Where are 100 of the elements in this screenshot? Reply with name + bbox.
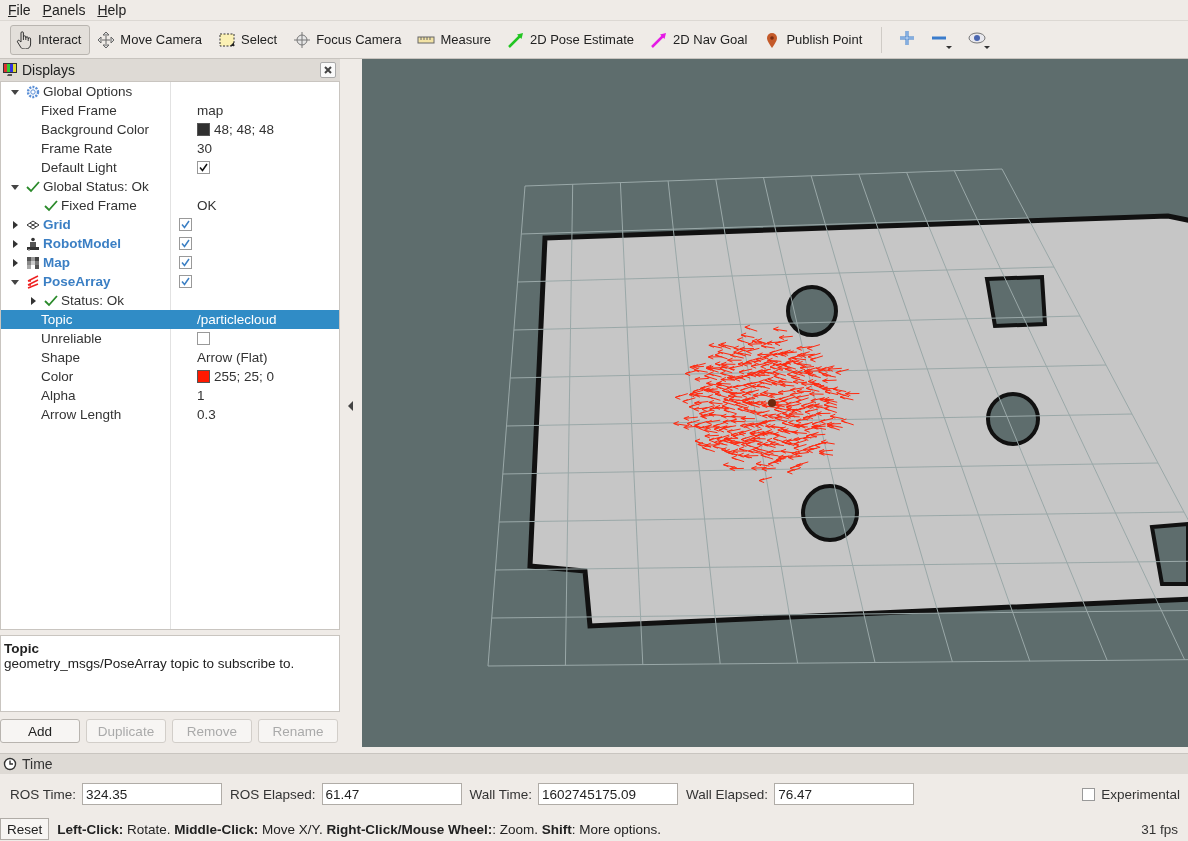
input-field[interactable]: 61.47 xyxy=(321,783,462,805)
tree-row[interactable]: Topic /particlecloud xyxy=(1,310,339,329)
checkbox[interactable] xyxy=(1082,787,1096,801)
expand-arrow-icon[interactable] xyxy=(29,296,37,305)
monitor-icon xyxy=(2,62,18,78)
tree-label: Global Options xyxy=(43,84,133,99)
tool-button[interactable]: Measure xyxy=(412,24,500,55)
tool-button[interactable]: Interact xyxy=(10,24,91,55)
menu-item[interactable]: File xyxy=(4,2,35,18)
property-value: Arrow (Flat) xyxy=(197,350,268,365)
tree-label: Shape xyxy=(41,350,81,365)
tree-row[interactable]: Shape Arrow (Flat) xyxy=(1,348,339,367)
tree-label: Default Light xyxy=(41,160,117,175)
tree-row[interactable]: Arrow Length 0.3 xyxy=(1,405,339,424)
checkbox[interactable] xyxy=(179,218,192,231)
tool-button[interactable]: Focus Camera xyxy=(288,24,411,55)
menu-item[interactable]: Help xyxy=(93,2,131,18)
tree-label: Unreliable xyxy=(41,331,102,346)
tree-row[interactable]: Fixed Frame OK xyxy=(1,196,339,215)
selection-box-icon xyxy=(218,30,236,49)
help-text: Left-Click: Rotate. Middle-Click: Move X/Y. Right-Click/Mouse Wheel:: Zoom. Shift: More options. xyxy=(57,821,662,837)
zoom-in-icon xyxy=(898,28,917,47)
crosshair-icon xyxy=(293,30,312,49)
tool-button[interactable]: Move Camera xyxy=(92,24,211,55)
diagonal-arrow-icon xyxy=(506,30,525,49)
collapse-arrow-icon[interactable] xyxy=(11,277,19,286)
occupancy-grid-icon xyxy=(26,255,40,270)
property-value: map xyxy=(197,103,224,118)
tree-row[interactable]: Status: Ok xyxy=(1,291,339,310)
reset-button[interactable]: Reset xyxy=(0,818,50,840)
property-value: OK xyxy=(197,198,217,213)
field-label: ROS Time: xyxy=(10,786,76,802)
checkmark-icon xyxy=(26,179,40,194)
tool-button[interactable]: 2D Pose Estimate xyxy=(501,24,643,55)
tree-label: Status: Ok xyxy=(61,293,125,308)
clock-icon xyxy=(3,757,17,771)
close-button[interactable] xyxy=(320,62,336,78)
tree-row[interactable]: Default Light xyxy=(1,158,339,177)
expand-arrow-icon[interactable] xyxy=(11,239,19,248)
tree-row[interactable]: RobotModel xyxy=(1,234,339,253)
property-value: 1 xyxy=(197,388,205,403)
tree-row[interactable]: Alpha 1 xyxy=(1,386,339,405)
menu-item[interactable]: Panels xyxy=(38,2,90,18)
checkbox[interactable] xyxy=(179,275,192,288)
tree-row[interactable]: Background Color 48; 48; 48 xyxy=(1,120,339,139)
panel-title: Displays xyxy=(22,62,76,78)
tree-label: Fixed Frame xyxy=(41,103,117,118)
goal-arrow-icon xyxy=(650,30,668,49)
tree-row[interactable]: Frame Rate 30 xyxy=(1,139,339,158)
robot-marker-icon xyxy=(768,399,776,407)
gear-icon xyxy=(26,84,40,99)
tree-row[interactable]: Global Options xyxy=(1,82,339,101)
property-value: 48; 48; 48 xyxy=(214,122,275,137)
field-label: Wall Elapsed: xyxy=(686,786,769,802)
property-value: 255; 25; 0 xyxy=(214,369,275,384)
tree-label: Topic xyxy=(41,312,73,327)
field-label: ROS Elapsed: xyxy=(230,786,316,802)
tree-row[interactable]: Global Status: Ok xyxy=(1,177,339,196)
tree-label: Background Color xyxy=(41,122,150,137)
checkmark-icon xyxy=(44,198,58,213)
tool-button[interactable]: Publish Point xyxy=(758,24,872,55)
input-field[interactable]: 1602745175.09 xyxy=(538,783,679,805)
tree-row[interactable]: Color 255; 25; 0 xyxy=(1,367,339,386)
property-value: 0.3 xyxy=(197,407,216,422)
tree-label: PoseArray xyxy=(43,274,111,289)
checkmark-icon xyxy=(44,293,58,308)
tree-label: Global Status: Ok xyxy=(43,179,149,194)
description-text: geometry_msgs/PoseArray topic to subscribe to. xyxy=(4,656,296,671)
panel-button[interactable]: Add xyxy=(0,719,80,743)
tool-button[interactable]: Select xyxy=(213,24,287,55)
robot-icon xyxy=(26,236,40,251)
tree-row[interactable]: Fixed Frame map xyxy=(1,101,339,120)
checkbox[interactable] xyxy=(197,161,210,174)
close-icon xyxy=(324,66,332,74)
tree-row[interactable]: Unreliable xyxy=(1,329,339,348)
expand-arrow-icon[interactable] xyxy=(11,220,19,229)
move-arrows-icon xyxy=(97,30,116,49)
tree-label: Frame Rate xyxy=(41,141,113,156)
tree-label: Fixed Frame xyxy=(61,198,137,213)
tree-label: Map xyxy=(43,255,70,270)
checkbox[interactable] xyxy=(179,237,192,250)
input-field[interactable]: 324.35 xyxy=(82,783,222,805)
tree-label: Grid xyxy=(43,217,71,232)
tree-label: Color xyxy=(41,369,74,384)
tree-label: Arrow Length xyxy=(41,407,122,422)
fps-counter: 31 fps xyxy=(1141,821,1178,837)
tree-row[interactable]: Grid xyxy=(1,215,339,234)
tool-button[interactable]: 2D Nav Goal xyxy=(645,24,757,55)
tree-row[interactable]: PoseArray xyxy=(1,272,339,291)
input-field[interactable]: 76.47 xyxy=(774,783,915,805)
checkbox[interactable] xyxy=(197,332,210,345)
collapse-arrow-icon[interactable] xyxy=(11,87,19,96)
expand-arrow-icon[interactable] xyxy=(11,258,19,267)
tree-row[interactable]: Map xyxy=(1,253,339,272)
checkbox[interactable] xyxy=(179,256,192,269)
property-value: /particlecloud xyxy=(197,312,277,327)
collapse-arrow-icon[interactable] xyxy=(11,182,19,191)
hand-pointer-icon xyxy=(15,30,33,49)
tree-label: RobotModel xyxy=(43,236,121,251)
field-label: Wall Time: xyxy=(469,786,533,802)
